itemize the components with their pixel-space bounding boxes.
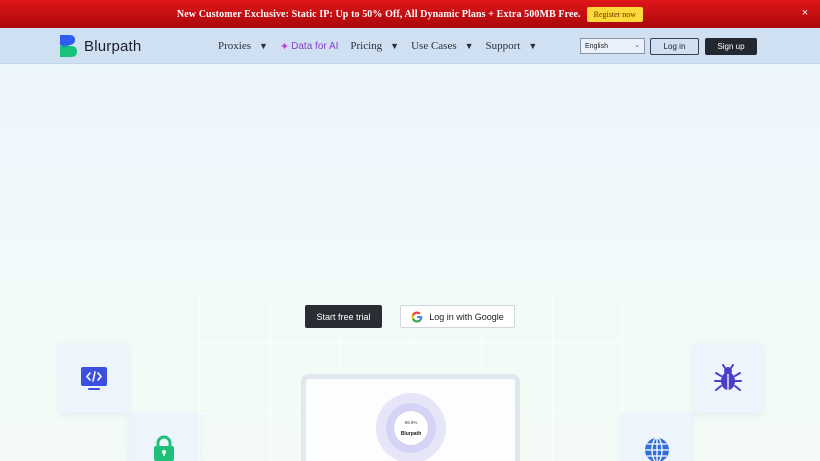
- top-nav: Blurpath Proxies ▼ ✦ Data for AI Pricing…: [0, 28, 820, 64]
- promo-banner: New Customer Exclusive: Static IP: Up to…: [0, 0, 820, 28]
- feature-card-global: [622, 413, 692, 461]
- caret-down-icon: ▼: [259, 41, 268, 51]
- caret-down-icon: ▼: [390, 41, 400, 51]
- feature-card-bug: [693, 343, 763, 413]
- blurpath-logo-icon: [60, 35, 77, 57]
- google-login-label: Log in with Google: [429, 311, 504, 322]
- google-icon: [411, 311, 423, 323]
- signup-button[interactable]: Sign up: [705, 38, 757, 55]
- menu-pricing-label: Pricing: [350, 40, 383, 52]
- register-now-button[interactable]: Register now: [586, 6, 644, 22]
- menu-support-label: Support: [485, 40, 521, 52]
- google-login-button[interactable]: Log in with Google: [400, 305, 515, 328]
- promo-text: New Customer Exclusive: Static IP: Up to…: [176, 8, 581, 20]
- brand-name: Blurpath: [84, 37, 142, 55]
- status-orb-inner: [394, 411, 428, 445]
- sparkle-icon: ✦: [279, 40, 290, 53]
- menu-use-cases-label: Use Cases: [411, 40, 457, 52]
- grid-line: [270, 298, 271, 461]
- feature-card-security: [129, 413, 199, 461]
- uptime-percent: 99.9%: [404, 420, 418, 425]
- caret-down-icon: ▼: [528, 41, 538, 51]
- menu-pricing[interactable]: Pricing ▼: [350, 40, 399, 52]
- bug-icon: [714, 364, 742, 391]
- login-button[interactable]: Log in: [650, 38, 699, 55]
- menu-support[interactable]: Support ▼: [486, 40, 538, 52]
- menu-data-for-ai[interactable]: ✦ Data for AI: [280, 40, 338, 53]
- brand-logo[interactable]: Blurpath: [58, 34, 141, 58]
- padlock-icon: [154, 435, 174, 461]
- menu-proxies-label: Proxies: [218, 40, 251, 52]
- start-free-trial-button[interactable]: Start free trial: [305, 305, 382, 328]
- close-icon[interactable]: ×: [800, 7, 810, 19]
- grid-line: [200, 343, 622, 344]
- menu-data-for-ai-label: Data for AI: [291, 40, 339, 52]
- language-value: English: [585, 42, 608, 50]
- chevron-down-icon: ⌄: [634, 42, 640, 49]
- menu-use-cases[interactable]: Use Cases ▼: [411, 40, 473, 52]
- feature-card-code: [59, 343, 129, 413]
- globe-icon: [645, 437, 669, 461]
- orb-brand-label: Blurpath: [400, 431, 422, 437]
- language-select[interactable]: English ⌄: [580, 38, 645, 54]
- caret-down-icon: ▼: [464, 41, 474, 51]
- code-window-icon: [81, 367, 107, 390]
- menu-proxies[interactable]: Proxies ▼: [218, 40, 268, 52]
- grid-line: [410, 330, 411, 370]
- grid-line: [552, 298, 553, 461]
- main-menu: Proxies ▼ ✦ Data for AI Pricing ▼ Use Ca…: [218, 28, 549, 64]
- grid-line: [199, 298, 200, 461]
